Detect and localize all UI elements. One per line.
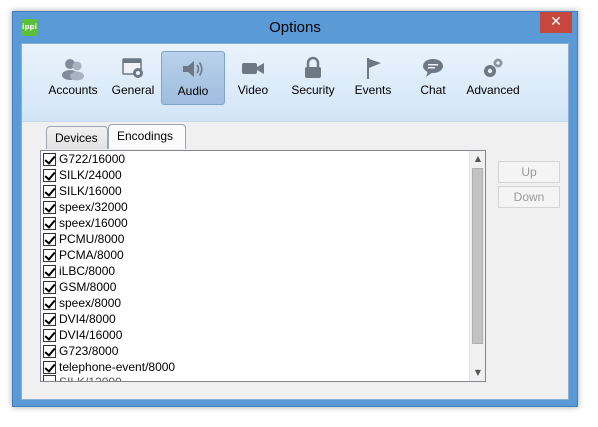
toolbar-label: Audio [177, 84, 209, 98]
toolbar-label: Events [354, 83, 392, 97]
codec-checkbox[interactable] [43, 296, 56, 310]
codec-checkbox[interactable] [43, 232, 56, 246]
toolbar-general[interactable]: General [101, 51, 165, 105]
list-item[interactable]: SILK/12000 [41, 375, 469, 382]
codec-checkbox[interactable] [43, 280, 56, 294]
toolbar-audio[interactable]: Audio [161, 51, 225, 105]
toolbar-label: Advanced [466, 83, 520, 97]
list-item[interactable]: DVI4/8000 [41, 311, 469, 327]
codec-label: speex/16000 [59, 216, 128, 230]
toolbar-security[interactable]: Security [281, 51, 345, 105]
codec-label: GSM/8000 [59, 280, 117, 294]
list-item[interactable]: PCMU/8000 [41, 231, 469, 247]
codec-checkbox[interactable] [43, 312, 56, 326]
toolbar-label: Video [237, 83, 269, 97]
options-client-area: Accounts General Audio Video Security Ev… [21, 43, 569, 400]
flag-icon [367, 58, 381, 79]
move-up-button[interactable]: Up [498, 161, 560, 183]
scroll-thumb[interactable] [472, 168, 483, 344]
codec-label: SILK/12000 [59, 375, 122, 382]
codec-label: SILK/16000 [59, 184, 122, 198]
list-item[interactable]: speex/32000 [41, 199, 469, 215]
codec-rows: G722/16000 SILK/24000 SILK/16000 speex/3200… [41, 151, 469, 382]
audio-icon [183, 61, 203, 77]
toolbar-label: Chat [420, 83, 446, 97]
options-window: ippi Options ✕ Accounts General Audio Vi… [12, 11, 578, 407]
toolbar-advanced[interactable]: Advanced [461, 51, 525, 105]
codec-label: DVI4/8000 [59, 312, 116, 326]
list-item[interactable]: iLBC/8000 [41, 263, 469, 279]
toolbar-label: Security [291, 83, 335, 97]
toolbar-events[interactable]: Events [341, 51, 405, 105]
vertical-scrollbar[interactable]: ▲ ▼ [469, 151, 485, 381]
codec-label: PCMU/8000 [59, 232, 125, 246]
codec-checkbox[interactable] [43, 344, 56, 358]
gears-icon [484, 58, 503, 77]
toolbar-chat[interactable]: Chat [401, 51, 465, 105]
list-item[interactable]: G723/8000 [41, 343, 469, 359]
window-title: Options [269, 19, 321, 36]
codec-label: SILK/24000 [59, 168, 122, 182]
codec-label: telephone-event/8000 [59, 360, 176, 374]
codec-checkbox[interactable] [43, 264, 56, 278]
codec-label: G723/8000 [59, 344, 119, 358]
accounts-icon [62, 59, 84, 81]
general-icon [122, 58, 143, 78]
list-item[interactable]: PCMA/8000 [41, 247, 469, 263]
toolbar-label: Accounts [48, 83, 98, 97]
scroll-up-icon[interactable]: ▲ [470, 151, 485, 167]
tab-encodings[interactable]: Encodings [108, 124, 186, 149]
toolbar-video[interactable]: Video [221, 51, 285, 105]
list-item[interactable]: SILK/16000 [41, 183, 469, 199]
codec-checkbox[interactable] [43, 360, 56, 374]
codec-label: PCMA/8000 [59, 248, 124, 262]
video-icon [242, 63, 264, 74]
close-button[interactable]: ✕ [540, 12, 572, 33]
list-item[interactable]: telephone-event/8000 [41, 359, 469, 375]
codec-checkbox[interactable] [43, 375, 56, 381]
codec-checkbox[interactable] [43, 216, 56, 230]
tab-devices[interactable]: Devices [46, 126, 108, 149]
move-down-button[interactable]: Down [498, 186, 560, 208]
list-item[interactable]: DVI4/16000 [41, 327, 469, 343]
codec-checkbox[interactable] [43, 200, 56, 214]
codec-checkbox[interactable] [43, 184, 56, 198]
codec-list[interactable]: G722/16000 SILK/24000 SILK/16000 speex/3200… [40, 150, 486, 382]
codec-label: iLBC/8000 [59, 264, 116, 278]
codec-label: speex/8000 [59, 296, 122, 310]
list-item[interactable]: speex/8000 [41, 295, 469, 311]
category-toolbar: Accounts General Audio Video Security Ev… [22, 44, 568, 122]
scroll-down-icon[interactable]: ▼ [470, 365, 485, 381]
toolbar-accounts[interactable]: Accounts [41, 51, 105, 105]
list-item[interactable]: SILK/24000 [41, 167, 469, 183]
codec-label: G722/16000 [59, 152, 126, 166]
list-item[interactable]: GSM/8000 [41, 279, 469, 295]
chat-bubble-icon [423, 59, 443, 77]
codec-checkbox[interactable] [43, 328, 56, 342]
codec-checkbox[interactable] [43, 168, 56, 182]
list-item[interactable]: speex/16000 [41, 215, 469, 231]
codec-checkbox[interactable] [43, 152, 56, 166]
codec-label: speex/32000 [59, 200, 128, 214]
title-bar[interactable]: ippi Options ✕ [13, 12, 577, 43]
toolbar-label: General [111, 83, 155, 97]
list-item[interactable]: G722/16000 [41, 151, 469, 167]
lock-icon [305, 56, 321, 78]
codec-label: DVI4/16000 [59, 328, 123, 342]
codec-checkbox[interactable] [43, 248, 56, 262]
